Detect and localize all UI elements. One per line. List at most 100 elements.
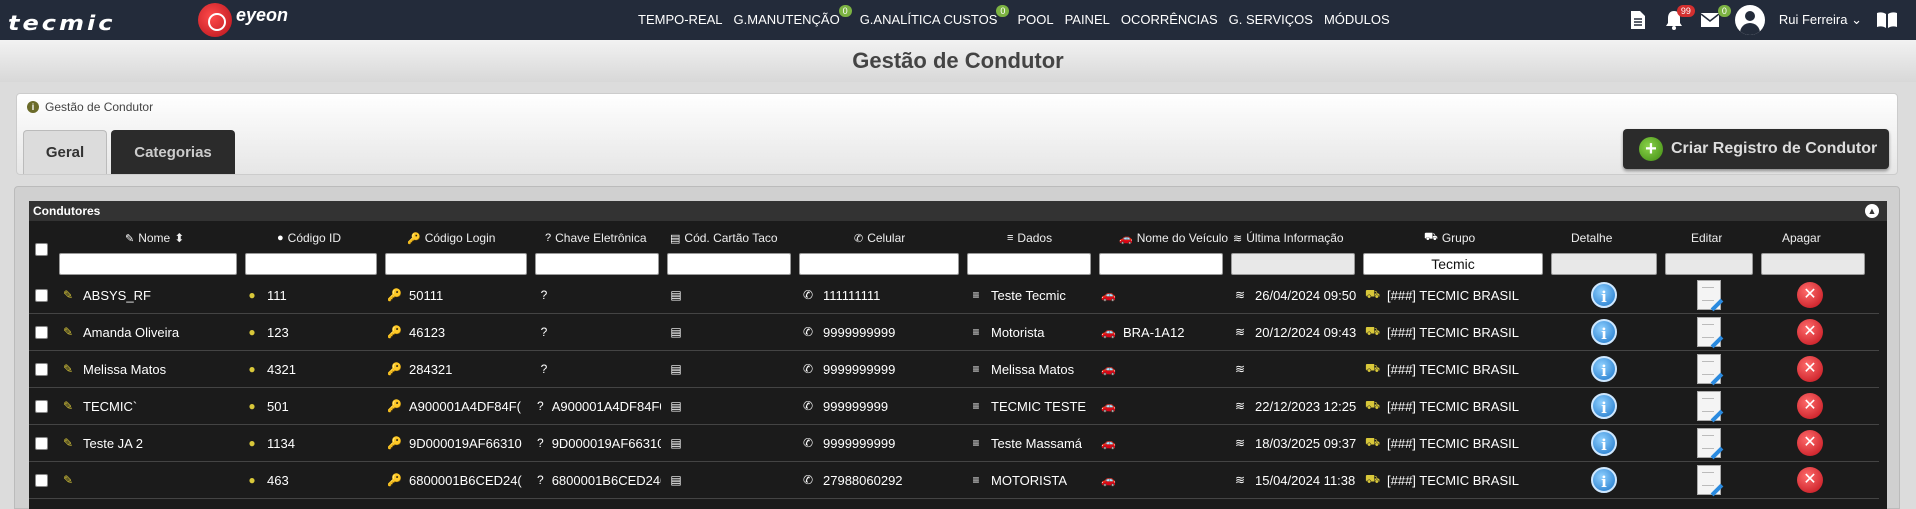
edit-document-icon[interactable]: [1697, 428, 1721, 458]
col-header-apagar[interactable]: Apagar: [1782, 231, 1821, 245]
col-header-ultima[interactable]: ≋ Última Informação: [1233, 231, 1344, 245]
filter-veiculo[interactable]: [1099, 253, 1223, 275]
nav-badge: 0: [996, 5, 1010, 17]
nav-pool[interactable]: POOL: [1017, 12, 1053, 27]
chevron-down-icon: ⌄: [1851, 12, 1862, 27]
col-header-codigo-login[interactable]: 🔑 Código Login: [407, 231, 495, 245]
phone-icon: ✆: [802, 362, 814, 376]
cell-apagar: ✕: [1797, 388, 1827, 424]
key-login-icon: 🔑: [387, 399, 402, 413]
col-header-dados[interactable]: ≡ Dados: [1007, 231, 1052, 245]
nav-g-analitica-custos[interactable]: G.ANALÍTICA CUSTOS 0: [860, 5, 1010, 27]
wifi-icon: ≋: [1234, 399, 1246, 413]
col-header-detalhe[interactable]: Detalhe: [1571, 231, 1612, 245]
delete-icon[interactable]: ✕: [1797, 430, 1823, 456]
row-select-cell[interactable]: [35, 351, 53, 387]
row-select-cell[interactable]: [35, 462, 53, 498]
table-row[interactable]: ✎ ABSYS_RF ● 111 🔑 50111? ▤ ✆ 111111111 ≡ Teste Te…: [29, 277, 1879, 314]
detail-info-button[interactable]: i: [1591, 430, 1617, 456]
delete-icon[interactable]: ✕: [1797, 319, 1823, 345]
driver-phone: 999999999: [823, 398, 889, 414]
tab-categorias[interactable]: Categorias: [111, 130, 235, 174]
edit-document-icon[interactable]: [1697, 317, 1721, 347]
table-row[interactable]: ✎ Teste JA 2 ● 1134 🔑 9D000019AF66310? 9D00001…: [29, 425, 1879, 462]
filter-codigo-id[interactable]: [245, 253, 377, 275]
nav-label: PAINEL: [1064, 12, 1110, 27]
col-header-codigo-id[interactable]: ● Código ID: [277, 231, 341, 245]
row-checkbox[interactable]: [35, 473, 48, 487]
document-icon[interactable]: [1627, 8, 1649, 32]
col-header-chave[interactable]: ? Chave Eletrônica: [545, 231, 647, 245]
edit-document-icon[interactable]: [1697, 354, 1721, 384]
row-select-cell[interactable]: [35, 314, 53, 350]
filter-ultima[interactable]: [1231, 253, 1355, 275]
user-menu[interactable]: Rui Ferreira ⌄: [1779, 12, 1862, 28]
avatar[interactable]: [1734, 5, 1765, 35]
select-all-checkbox[interactable]: [35, 243, 48, 256]
table-row[interactable]: ✎ Melissa Matos ● 4321 🔑 284321? ▤ ✆ 9999999999 ≡…: [29, 351, 1879, 388]
edit-document-icon[interactable]: [1697, 391, 1721, 421]
nav-painel[interactable]: PAINEL: [1065, 12, 1110, 27]
table-row[interactable]: ✎ ● 463 🔑 6800001B6CED24(? 6800001B6CED240 ▤ ✆ 2…: [29, 462, 1879, 499]
filter-grupo[interactable]: [1363, 253, 1543, 275]
filter-celular[interactable]: [799, 253, 959, 275]
card-icon: ▤: [670, 232, 681, 245]
row-checkbox[interactable]: [35, 399, 48, 413]
delete-icon[interactable]: ✕: [1797, 393, 1823, 419]
book-icon[interactable]: [1876, 8, 1898, 32]
card-icon: ▤: [670, 399, 682, 413]
edit-document-icon[interactable]: [1697, 280, 1721, 310]
col-header-cartao[interactable]: ▤ Cód. Cartão Taco: [670, 231, 790, 245]
col-header-celular[interactable]: ✆ Celular: [854, 231, 905, 245]
row-checkbox[interactable]: [35, 288, 48, 302]
filter-chave[interactable]: [535, 253, 659, 275]
table-row[interactable]: ✎ TECMIC` ● 501 🔑 A900001A4DF84F(? A900001A4DF…: [29, 388, 1879, 425]
cell-cartao: ▤: [669, 462, 793, 498]
database-icon: ≡: [972, 325, 980, 339]
cars-group-icon: ⛟: [1365, 361, 1381, 375]
cell-veiculo: 🚗: [1101, 277, 1229, 313]
col-header-veiculo[interactable]: 🚗 Nome do Veículo: [1119, 231, 1228, 245]
nav-g-servicos[interactable]: G. SERVIÇOS: [1229, 12, 1313, 27]
key-login-icon: 🔑: [387, 436, 402, 450]
row-select-cell[interactable]: [35, 425, 53, 461]
nav-modulos[interactable]: MÓDULOS: [1324, 12, 1390, 27]
create-driver-button[interactable]: + Criar Registro de Condutor: [1623, 129, 1889, 169]
table-row[interactable]: ✎ Amanda Oliveira ● 123 🔑 46123? ▤ ✆ 9999999999 ≡…: [29, 314, 1879, 351]
detail-info-button[interactable]: i: [1591, 467, 1617, 493]
bell-icon[interactable]: 99: [1663, 5, 1695, 32]
row-checkbox[interactable]: [35, 325, 48, 339]
nav-ocorrencias[interactable]: OCORRÊNCIAS: [1121, 12, 1218, 27]
nav-g-manutencao[interactable]: G.MANUTENÇÃO 0: [734, 5, 852, 27]
detail-info-button[interactable]: i: [1591, 356, 1617, 382]
group-name: [###] TECMIC BRASIL: [1387, 472, 1519, 488]
envelope-icon[interactable]: 0: [1699, 5, 1731, 32]
cell-editar: [1697, 462, 1727, 498]
eyeon-logo[interactable]: eyeon: [236, 5, 288, 26]
detail-info-button[interactable]: i: [1591, 319, 1617, 345]
row-select-cell[interactable]: [35, 388, 53, 424]
filter-codigo-login[interactable]: [385, 253, 527, 275]
row-checkbox[interactable]: [35, 436, 48, 450]
filter-nome[interactable]: [59, 253, 237, 275]
edit-document-icon[interactable]: [1697, 465, 1721, 495]
wifi-icon: ≋: [1233, 232, 1243, 245]
filter-dados[interactable]: [967, 253, 1091, 275]
tab-geral[interactable]: Geral: [23, 130, 107, 174]
driver-name: TECMIC`: [83, 398, 138, 414]
collapse-icon[interactable]: ▲: [1865, 204, 1879, 218]
nav-tempo-real[interactable]: TEMPO-REAL: [638, 12, 723, 27]
col-header-grupo[interactable]: ⛟ Grupo: [1424, 231, 1475, 245]
row-checkbox[interactable]: [35, 362, 48, 376]
delete-icon[interactable]: ✕: [1797, 467, 1823, 493]
filter-cartao[interactable]: [667, 253, 791, 275]
detail-info-button[interactable]: i: [1591, 282, 1617, 308]
col-header-nome[interactable]: ✎ Nome ⬍: [125, 231, 184, 245]
delete-icon[interactable]: ✕: [1797, 282, 1823, 308]
detail-info-button[interactable]: i: [1591, 393, 1617, 419]
row-select-cell[interactable]: [35, 277, 53, 313]
tecmic-logo[interactable]: tecmic: [8, 11, 115, 35]
col-header-editar[interactable]: Editar: [1691, 231, 1722, 245]
phone-icon: ✆: [802, 399, 814, 413]
delete-icon[interactable]: ✕: [1797, 356, 1823, 382]
